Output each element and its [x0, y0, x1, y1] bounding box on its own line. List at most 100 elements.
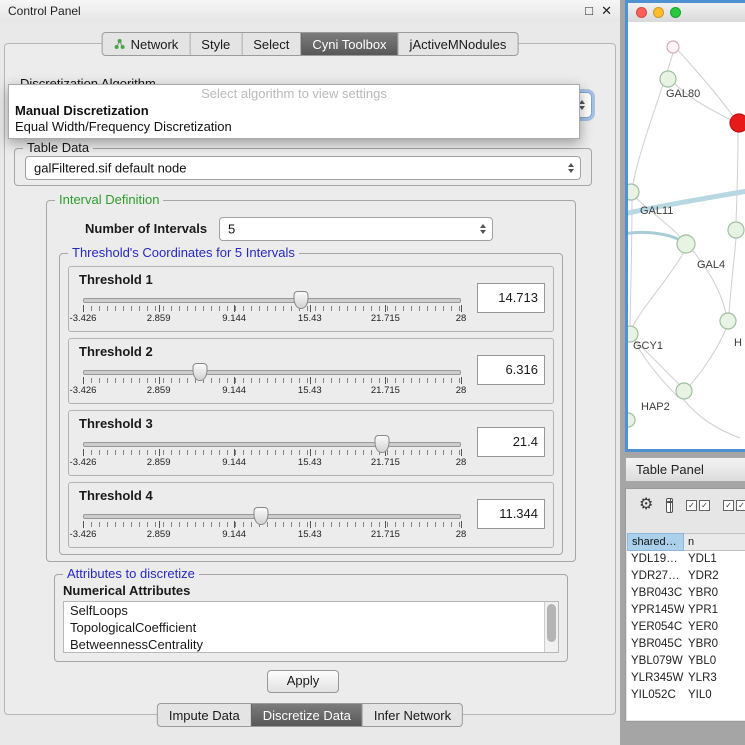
table-data-select[interactable]: galFiltered.sif default node	[25, 156, 581, 180]
network-node[interactable]	[730, 114, 745, 132]
table-row[interactable]: YBR045CYBR0	[627, 636, 745, 653]
slider-major-tick	[159, 449, 160, 456]
slider-track[interactable]	[83, 514, 461, 519]
threshold-label: Threshold 2	[79, 344, 153, 359]
traffic-light-minimize-icon[interactable]	[653, 7, 664, 18]
network-node-label: H	[734, 337, 742, 349]
cell-shared-name: YBL079W	[627, 653, 684, 670]
threshold-label: Threshold 1	[79, 272, 153, 287]
network-node[interactable]	[720, 313, 736, 329]
attribute-items: SelfLoopsTopologicalCoefficientBetweenne…	[64, 602, 544, 653]
threshold-label: Threshold 4	[79, 488, 153, 503]
slider-scale-label: 2.859	[147, 313, 171, 324]
tab-network[interactable]: Network	[103, 33, 190, 55]
network-canvas[interactable]: GAL80GAL11GAL4GCY1HHAP2	[628, 22, 745, 449]
tab-style[interactable]: Style	[189, 33, 241, 55]
threshold-slider[interactable]: -3.4262.8599.14415.4321.71528	[83, 361, 461, 401]
cell-shared-name: YBR045C	[627, 636, 684, 653]
cell-name: YBR0	[684, 585, 745, 602]
tab-label: Impute Data	[169, 708, 240, 723]
list-scrollbar[interactable]	[544, 602, 558, 652]
slider-tick-strip	[83, 450, 461, 455]
attribute-list-item[interactable]: TopologicalCoefficient	[64, 619, 544, 636]
network-canvas-svg[interactable]: GAL80GAL11GAL4GCY1HHAP2	[628, 22, 745, 449]
network-edge	[630, 200, 632, 325]
table-row[interactable]: YDL19…YDL1	[627, 551, 745, 568]
dropdown-option-manual-discretization[interactable]: Manual Discretization	[9, 103, 579, 119]
cell-shared-name: YPR145W	[627, 602, 684, 619]
table-row[interactable]: YDR27…YDR2	[627, 568, 745, 585]
slider-major-tick	[83, 521, 84, 528]
threshold-value-field[interactable]: 14.713	[477, 283, 545, 313]
cell-shared-name: YER054C	[627, 619, 684, 636]
slider-scale-label: 2.859	[147, 529, 171, 540]
network-node[interactable]	[660, 71, 676, 87]
threshold-value-field[interactable]: 6.316	[477, 355, 545, 385]
slider-major-tick	[310, 305, 311, 312]
combo-arrows-icon	[480, 224, 486, 234]
slider-major-tick	[461, 521, 462, 528]
slider-scale-label: -3.426	[70, 529, 97, 540]
gear-icon[interactable]: ⚙	[639, 497, 653, 513]
network-node[interactable]	[728, 222, 744, 238]
column-header-shared-name[interactable]: shared…	[627, 533, 684, 551]
number-of-intervals-select[interactable]: 5	[219, 217, 493, 241]
select-columns-icon[interactable]: ✓ ✓	[686, 500, 710, 511]
network-node[interactable]	[628, 413, 635, 427]
tab-infer-network[interactable]: Infer Network	[362, 704, 462, 726]
threshold-value-field[interactable]: 21.4	[477, 427, 545, 457]
network-node[interactable]	[676, 383, 692, 399]
column-header-name[interactable]: n	[684, 533, 745, 551]
checkbox-icon: ✓	[699, 500, 710, 511]
table-row[interactable]: YPR145WYPR1	[627, 602, 745, 619]
top-tab-bar: Network Style Select Cyni Toolbox jActiv…	[102, 32, 519, 56]
table-row[interactable]: YBR043CYBR0	[627, 585, 745, 602]
scrollbar-thumb[interactable]	[547, 604, 556, 642]
close-icon[interactable]: ✕	[601, 3, 612, 19]
attribute-list-item[interactable]: BetweennessCentrality	[64, 636, 544, 653]
select-rows-icon[interactable]: ✓ ✓	[723, 500, 745, 511]
slider-scale-label: -3.426	[70, 313, 97, 324]
apply-button[interactable]: Apply	[267, 670, 339, 693]
tab-label: Network	[131, 37, 179, 52]
tab-impute-data[interactable]: Impute Data	[158, 704, 251, 726]
table-header-row: shared… n	[627, 533, 745, 551]
tab-label: Discretize Data	[263, 708, 351, 723]
slider-major-tick	[83, 377, 84, 384]
tab-cyni-toolbox[interactable]: Cyni Toolbox	[300, 33, 397, 55]
attribute-list-item[interactable]: SelfLoops	[64, 602, 544, 619]
threshold-panel: Threshold 1 -3.4262.8599.14415.4321.71528…	[68, 266, 554, 332]
slider-track[interactable]	[83, 442, 461, 447]
threshold-slider[interactable]: -3.4262.8599.14415.4321.71528	[83, 433, 461, 473]
network-node-label: GAL80	[666, 88, 700, 100]
table-row[interactable]: YBL079WYBL0	[627, 653, 745, 670]
traffic-light-zoom-icon[interactable]	[670, 7, 681, 18]
table-row[interactable]: YLR345WYLR3	[627, 670, 745, 687]
tab-label: Infer Network	[374, 708, 451, 723]
traffic-light-close-icon[interactable]	[636, 7, 647, 18]
attributes-group: Attributes to discretize Numerical Attri…	[54, 574, 568, 662]
table-row[interactable]: YIL052CYIL0	[627, 687, 745, 704]
slider-track[interactable]	[83, 370, 461, 375]
slider-scale-label: 15.43	[298, 313, 322, 324]
slider-major-tick	[234, 305, 235, 312]
threshold-slider[interactable]: -3.4262.8599.14415.4321.71528	[83, 289, 461, 329]
table-columns-icon[interactable]	[666, 498, 673, 513]
cell-name: YBR0	[684, 636, 745, 653]
threshold-slider[interactable]: -3.4262.8599.14415.4321.71528	[83, 505, 461, 545]
network-node-label: GCY1	[633, 340, 663, 352]
table-row[interactable]: YER054CYER0	[627, 619, 745, 636]
float-window-icon[interactable]: □	[585, 3, 593, 18]
tab-discretize-data[interactable]: Discretize Data	[251, 704, 362, 726]
network-node[interactable]	[677, 235, 695, 253]
threshold-value-field[interactable]: 11.344	[477, 499, 545, 529]
tab-jactivemnodules[interactable]: jActiveMNodules	[398, 33, 518, 55]
dropdown-option-equal-width-frequency[interactable]: Equal Width/Frequency Discretization	[9, 119, 579, 135]
tab-label: Select	[253, 37, 289, 52]
slider-major-tick	[385, 305, 386, 312]
network-node[interactable]	[667, 41, 679, 53]
cell-name: YER0	[684, 619, 745, 636]
tab-select[interactable]: Select	[241, 33, 300, 55]
network-node[interactable]	[628, 184, 639, 200]
slider-track[interactable]	[83, 298, 461, 303]
